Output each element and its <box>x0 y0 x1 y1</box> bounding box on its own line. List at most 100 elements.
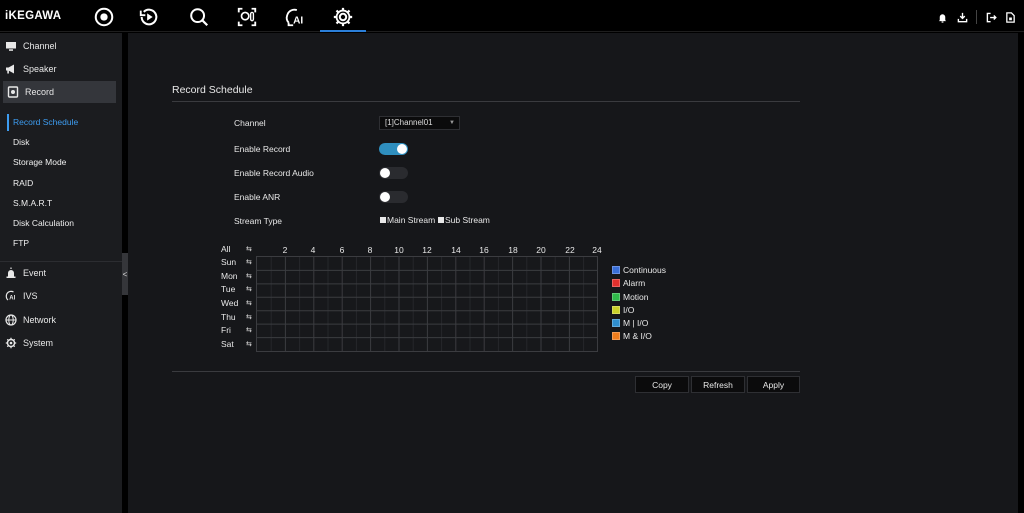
channel-select-value: [1]Channel01 <box>385 118 433 127</box>
legend-swatch <box>612 306 620 314</box>
gear-icon <box>5 337 17 349</box>
schedule-grid[interactable] <box>256 256 598 352</box>
channel-label: Channel <box>234 118 266 128</box>
enable-anr-label: Enable ANR <box>234 192 281 202</box>
swap-icon[interactable]: ⇆ <box>246 286 253 294</box>
submenu-smart[interactable]: S.M.A.R.T <box>13 195 52 211</box>
globe-icon <box>5 314 17 326</box>
enable-record-label: Enable Record <box>234 144 291 154</box>
legend-label: M | I/O <box>623 318 649 328</box>
active-indicator <box>7 114 9 131</box>
enable-record-toggle[interactable] <box>379 143 408 155</box>
apply-button[interactable]: Apply <box>747 376 800 393</box>
hour-label: 16 <box>479 245 489 255</box>
monitor-icon <box>5 40 17 52</box>
hour-label: 18 <box>508 245 518 255</box>
hour-label: 8 <box>367 245 373 255</box>
day-label-fri: Fri <box>221 325 231 335</box>
checkbox-icon <box>380 217 386 223</box>
legend-swatch <box>612 332 620 340</box>
day-label-tue: Tue <box>221 284 236 294</box>
legend-label: Continuous <box>623 265 667 275</box>
hour-label: 24 <box>592 245 602 255</box>
megaphone-icon <box>5 63 17 75</box>
search-icon[interactable] <box>176 3 222 30</box>
legend-label: I/O <box>623 305 635 315</box>
legend-label: Alarm <box>623 278 646 288</box>
hour-label: 12 <box>422 245 432 255</box>
svg-text:AI: AI <box>293 15 303 26</box>
day-label-wed: Wed <box>221 298 239 308</box>
live-view-icon[interactable] <box>81 3 127 30</box>
svg-text:AI: AI <box>9 296 15 302</box>
sidebar-item-speaker[interactable]: Speaker <box>0 58 122 80</box>
day-label-sat: Sat <box>221 339 234 349</box>
sidebar-item-network[interactable]: Network <box>0 309 122 331</box>
sidebar-item-system[interactable]: System <box>0 332 122 354</box>
sidebar-item-ivs[interactable]: AI IVS <box>0 285 122 307</box>
sub-stream-checkbox[interactable]: Sub Stream <box>438 215 490 225</box>
sidebar: Channel Speaker Record Record Schedule D… <box>0 33 122 513</box>
day-label-mon: Mon <box>221 271 238 281</box>
submenu-disk-calculation[interactable]: Disk Calculation <box>13 215 74 231</box>
refresh-button[interactable]: Refresh <box>691 376 745 393</box>
swap-icon[interactable]: ⇆ <box>246 273 253 281</box>
swap-icon[interactable]: ⇆ <box>246 300 253 308</box>
submenu-ftp[interactable]: FTP <box>13 235 29 251</box>
swap-icon[interactable]: ⇆ <box>246 259 253 267</box>
sidebar-item-label: Network <box>23 315 57 325</box>
channel-select[interactable]: [1]Channel01 ▼ <box>379 116 460 130</box>
sidebar-item-label: Record <box>25 87 55 97</box>
ai-icon[interactable]: AI <box>272 3 318 30</box>
enable-record-audio-toggle[interactable] <box>379 167 408 179</box>
title-divider <box>172 101 800 102</box>
file-icon[interactable] <box>1004 11 1016 23</box>
legend-swatch <box>612 319 620 327</box>
swap-icon[interactable]: ⇆ <box>246 341 253 349</box>
sidebar-item-label: System <box>23 338 54 348</box>
legend-m-or-io: M | I/O <box>612 318 648 328</box>
download-icon[interactable] <box>956 11 968 23</box>
hour-label: 20 <box>536 245 546 255</box>
submenu-disk[interactable]: Disk <box>13 134 30 150</box>
settings-gear-icon[interactable] <box>320 3 366 32</box>
enable-anr-toggle[interactable] <box>379 191 408 203</box>
copy-button[interactable]: Copy <box>635 376 689 393</box>
swap-icon[interactable]: ⇆ <box>246 246 253 254</box>
swap-icon[interactable]: ⇆ <box>246 314 253 322</box>
legend-alarm: Alarm <box>612 278 645 288</box>
sidebar-item-label: Speaker <box>23 64 57 74</box>
legend-m-and-io: M & I/O <box>612 331 652 341</box>
sidebar-item-label: Channel <box>23 41 57 51</box>
hour-label: 14 <box>451 245 461 255</box>
legend-swatch <box>612 293 620 301</box>
record-icon <box>7 86 19 98</box>
hour-label: 2 <box>282 245 288 255</box>
sub-stream-label: Sub Stream <box>445 215 490 225</box>
playback-icon[interactable] <box>126 3 172 30</box>
brand-logo: iKEGAWA <box>5 10 62 22</box>
enable-record-audio-label: Enable Record Audio <box>234 168 314 178</box>
sidebar-item-event[interactable]: Event <box>0 262 122 284</box>
ai-head-icon: AI <box>5 290 17 302</box>
page-title: Record Schedule <box>172 84 253 96</box>
hour-label: 22 <box>565 245 575 255</box>
swap-icon[interactable]: ⇆ <box>246 327 253 335</box>
legend-swatch <box>612 279 620 287</box>
day-label-thu: Thu <box>221 312 236 322</box>
face-temperature-icon[interactable] <box>224 3 270 30</box>
bell-icon[interactable] <box>936 11 948 23</box>
alarm-icon <box>5 267 17 279</box>
submenu-record-schedule[interactable]: Record Schedule <box>13 114 78 130</box>
sidebar-item-record[interactable]: Record <box>3 81 116 103</box>
submenu-raid[interactable]: RAID <box>13 175 33 191</box>
logout-icon[interactable] <box>985 11 997 23</box>
legend-motion: Motion <box>612 292 649 302</box>
legend-swatch <box>612 266 620 274</box>
sidebar-item-channel[interactable]: Channel <box>0 35 122 57</box>
submenu-storage-mode[interactable]: Storage Mode <box>13 154 66 170</box>
stream-type-label: Stream Type <box>234 216 283 226</box>
top-bar: iKEGAWA AI <box>0 0 1024 32</box>
main-stream-checkbox[interactable]: Main Stream <box>380 215 435 225</box>
checkbox-icon <box>438 217 444 223</box>
